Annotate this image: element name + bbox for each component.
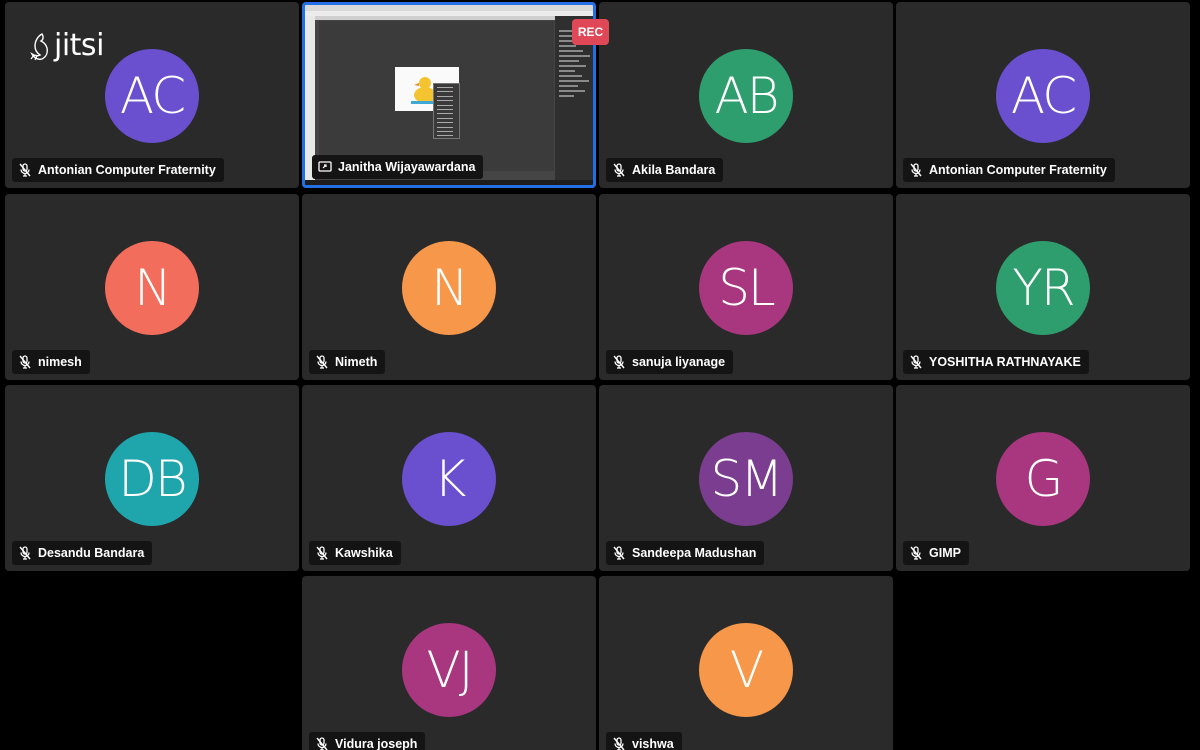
participant-avatar: YR	[996, 241, 1090, 335]
participant-avatar: SL	[699, 241, 793, 335]
participant-tile[interactable]: SL sanuja liyanage	[599, 194, 893, 380]
participant-tile[interactable]: N nimesh	[5, 194, 299, 380]
mic-muted-icon	[910, 355, 922, 369]
participant-name: Desandu Bandara	[38, 546, 145, 560]
participant-tile[interactable]: K Kawshika	[302, 385, 596, 571]
mic-muted-icon	[613, 546, 625, 560]
participant-nameplate: Janitha Wijayawardana	[312, 155, 484, 179]
participant-tile[interactable]: N Nimeth	[302, 194, 596, 380]
mic-muted-icon	[613, 355, 625, 369]
participant-nameplate: vishwa	[606, 732, 682, 750]
participant-name: vishwa	[632, 737, 674, 750]
participant-name: nimesh	[38, 355, 82, 369]
participant-nameplate: Vidura joseph	[309, 732, 426, 750]
recording-badge: REC	[572, 19, 609, 45]
logo-text: jitsi	[54, 28, 104, 63]
mic-muted-icon	[910, 163, 922, 177]
participant-name: Kawshika	[335, 546, 393, 560]
ruler	[315, 16, 555, 20]
mic-muted-icon	[910, 546, 922, 560]
mic-muted-icon	[316, 546, 328, 560]
participant-avatar: V	[699, 623, 793, 717]
participant-name: Nimeth	[335, 355, 378, 369]
participant-nameplate: Sandeepa Madushan	[606, 541, 765, 565]
participant-nameplate: Kawshika	[309, 541, 401, 565]
participant-tile[interactable]: V vishwa	[599, 576, 893, 750]
participant-nameplate: Nimeth	[309, 350, 386, 374]
participant-name: Antonian Computer Fraternity	[38, 163, 216, 177]
participant-avatar: VJ	[402, 623, 496, 717]
participant-avatar: N	[402, 241, 496, 335]
participant-avatar: K	[402, 432, 496, 526]
participant-nameplate: sanuja liyanage	[606, 350, 734, 374]
jitsi-logo: jitsi	[28, 28, 104, 63]
participant-tile[interactable]: VJ Vidura joseph	[302, 576, 596, 750]
participant-nameplate: Antonian Computer Fraternity	[12, 158, 224, 182]
participant-tile[interactable]: YR YOSHITHA RATHNAYAKE	[896, 194, 1190, 380]
mic-muted-icon	[19, 355, 31, 369]
participant-nameplate: YOSHITHA RATHNAYAKE	[903, 350, 1089, 374]
participant-tile[interactable]: Janitha Wijayawardana	[302, 2, 596, 188]
participant-nameplate: Desandu Bandara	[12, 541, 153, 565]
participant-name: GIMP	[929, 546, 961, 560]
participant-avatar: DB	[105, 432, 199, 526]
participant-avatar: SM	[699, 432, 793, 526]
mic-muted-icon	[19, 546, 31, 560]
mic-muted-icon	[19, 163, 31, 177]
participant-avatar: N	[105, 241, 199, 335]
mic-muted-icon	[316, 737, 328, 750]
mic-muted-icon	[613, 737, 625, 750]
participant-avatar: AB	[699, 49, 793, 143]
context-menu	[433, 83, 460, 139]
participant-nameplate: Antonian Computer Fraternity	[903, 158, 1115, 182]
participant-avatar: AC	[996, 49, 1090, 143]
participant-avatar: AC	[105, 49, 199, 143]
participant-tile[interactable]: SM Sandeepa Madushan	[599, 385, 893, 571]
taskbar	[305, 180, 593, 185]
participant-nameplate: GIMP	[903, 541, 969, 565]
mic-muted-icon	[613, 163, 625, 177]
participant-tile[interactable]: AC Antonian Computer Fraternity	[896, 2, 1190, 188]
participant-name: Janitha Wijayawardana	[338, 160, 476, 174]
participant-name: Akila Bandara	[632, 163, 716, 177]
participant-tile[interactable]: AB Akila Bandara	[599, 2, 893, 188]
participant-name: Vidura joseph	[335, 737, 418, 750]
participant-name: sanuja liyanage	[632, 355, 726, 369]
mic-muted-icon	[316, 355, 328, 369]
participant-name: Antonian Computer Fraternity	[929, 163, 1107, 177]
screenshare-icon	[318, 161, 332, 172]
jitsi-bird-icon	[30, 32, 48, 60]
participant-name: YOSHITHA RATHNAYAKE	[929, 355, 1081, 369]
participant-avatar: G	[996, 432, 1090, 526]
participant-tile[interactable]: DB Desandu Bandara	[5, 385, 299, 571]
participant-name: Sandeepa Madushan	[632, 546, 757, 560]
participant-tile[interactable]: G GIMP	[896, 385, 1190, 571]
participant-nameplate: nimesh	[12, 350, 90, 374]
participant-nameplate: Akila Bandara	[606, 158, 724, 182]
